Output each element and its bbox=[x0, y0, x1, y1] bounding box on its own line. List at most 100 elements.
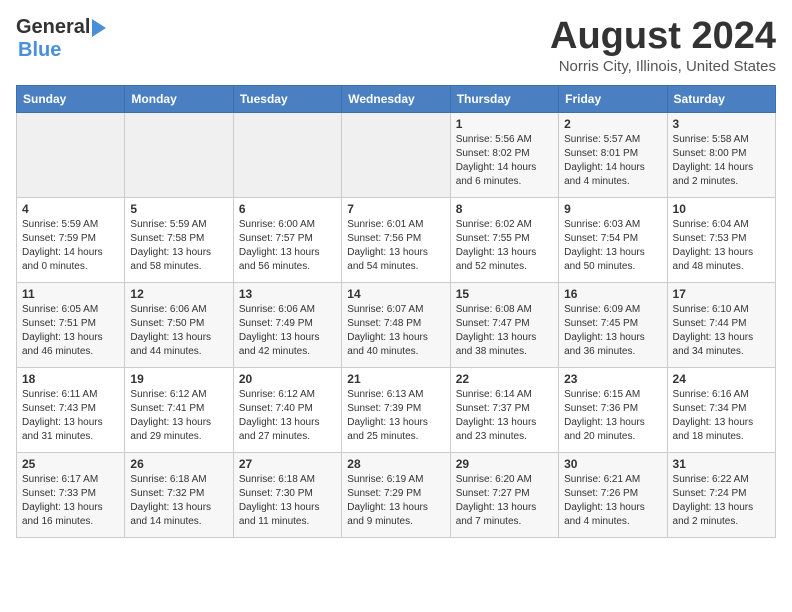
day-info: Sunrise: 6:19 AM Sunset: 7:29 PM Dayligh… bbox=[347, 473, 444, 529]
weekday-header-tuesday: Tuesday bbox=[233, 85, 341, 112]
calendar-cell: 20Sunrise: 6:12 AM Sunset: 7:40 PM Dayli… bbox=[233, 367, 341, 452]
weekday-header-sunday: Sunday bbox=[17, 85, 125, 112]
calendar-cell: 5Sunrise: 5:59 AM Sunset: 7:58 PM Daylig… bbox=[125, 197, 233, 282]
calendar-cell: 11Sunrise: 6:05 AM Sunset: 7:51 PM Dayli… bbox=[17, 282, 125, 367]
day-number: 25 bbox=[22, 457, 119, 471]
calendar-cell: 23Sunrise: 6:15 AM Sunset: 7:36 PM Dayli… bbox=[559, 367, 667, 452]
day-info: Sunrise: 6:09 AM Sunset: 7:45 PM Dayligh… bbox=[564, 303, 661, 359]
day-number: 2 bbox=[564, 117, 661, 131]
calendar-cell: 2 Sunrise: 5:57 AM Sunset: 8:01 PM Daylig… bbox=[559, 112, 667, 197]
day-number: 13 bbox=[239, 287, 336, 301]
day-info: Sunrise: 6:17 AM Sunset: 7:33 PM Dayligh… bbox=[22, 473, 119, 529]
day-number: 31 bbox=[673, 457, 770, 471]
day-number: 1 bbox=[456, 117, 553, 131]
day-info: Sunrise: 6:13 AM Sunset: 7:39 PM Dayligh… bbox=[347, 388, 444, 444]
calendar-cell: 19 Sunrise: 6:12 AM Sunset: 7:41 PM Dayli… bbox=[125, 367, 233, 452]
title-area: August 2024 Norris City, Illinois, Unite… bbox=[550, 16, 776, 75]
day-info: Sunrise: 5:57 AM Sunset: 8:01 PM Dayligh… bbox=[564, 133, 661, 189]
calendar-cell: 14Sunrise: 6:07 AM Sunset: 7:48 PM Dayli… bbox=[342, 282, 450, 367]
day-info: Sunrise: 5:56 AM Sunset: 8:02 PM Dayligh… bbox=[456, 133, 553, 189]
calendar-week-3: 11Sunrise: 6:05 AM Sunset: 7:51 PM Dayli… bbox=[17, 282, 776, 367]
day-info: Sunrise: 6:08 AM Sunset: 7:47 PM Dayligh… bbox=[456, 303, 553, 359]
day-info: Sunrise: 6:12 AM Sunset: 7:41 PM Dayligh… bbox=[130, 388, 227, 444]
calendar-cell: 1 Sunrise: 5:56 AM Sunset: 8:02 PM Daylig… bbox=[450, 112, 558, 197]
calendar-week-1: 1 Sunrise: 5:56 AM Sunset: 8:02 PM Daylig… bbox=[17, 112, 776, 197]
day-info: Sunrise: 6:01 AM Sunset: 7:56 PM Dayligh… bbox=[347, 218, 444, 274]
calendar-cell: 8 Sunrise: 6:02 AM Sunset: 7:55 PM Daylig… bbox=[450, 197, 558, 282]
day-info: Sunrise: 6:03 AM Sunset: 7:54 PM Dayligh… bbox=[564, 218, 661, 274]
calendar-cell: 15 Sunrise: 6:08 AM Sunset: 7:47 PM Dayli… bbox=[450, 282, 558, 367]
calendar-cell: 10Sunrise: 6:04 AM Sunset: 7:53 PM Dayli… bbox=[667, 197, 775, 282]
day-info: Sunrise: 6:22 AM Sunset: 7:24 PM Dayligh… bbox=[673, 473, 770, 529]
day-number: 23 bbox=[564, 372, 661, 386]
calendar-cell: 13 Sunrise: 6:06 AM Sunset: 7:49 PM Dayli… bbox=[233, 282, 341, 367]
day-info: Sunrise: 6:06 AM Sunset: 7:50 PM Dayligh… bbox=[130, 303, 227, 359]
month-title: August 2024 bbox=[550, 16, 776, 58]
calendar-cell: 28 Sunrise: 6:19 AM Sunset: 7:29 PM Dayli… bbox=[342, 452, 450, 537]
day-info: Sunrise: 6:00 AM Sunset: 7:57 PM Dayligh… bbox=[239, 218, 336, 274]
calendar-cell: 18Sunrise: 6:11 AM Sunset: 7:43 PM Dayli… bbox=[17, 367, 125, 452]
day-info: Sunrise: 6:20 AM Sunset: 7:27 PM Dayligh… bbox=[456, 473, 553, 529]
day-info: Sunrise: 6:18 AM Sunset: 7:30 PM Dayligh… bbox=[239, 473, 336, 529]
weekday-header-row: SundayMondayTuesdayWednesdayThursdayFrid… bbox=[17, 85, 776, 112]
calendar-week-5: 25 Sunrise: 6:17 AM Sunset: 7:33 PM Dayli… bbox=[17, 452, 776, 537]
day-number: 20 bbox=[239, 372, 336, 386]
day-number: 27 bbox=[239, 457, 336, 471]
calendar-cell: 21 Sunrise: 6:13 AM Sunset: 7:39 PM Dayli… bbox=[342, 367, 450, 452]
calendar-cell: 12 Sunrise: 6:06 AM Sunset: 7:50 PM Dayli… bbox=[125, 282, 233, 367]
calendar-cell: 25 Sunrise: 6:17 AM Sunset: 7:33 PM Dayli… bbox=[17, 452, 125, 537]
page-header: General Blue August 2024 Norris City, Il… bbox=[16, 16, 776, 75]
day-number: 24 bbox=[673, 372, 770, 386]
calendar-cell: 9 Sunrise: 6:03 AM Sunset: 7:54 PM Daylig… bbox=[559, 197, 667, 282]
day-number: 7 bbox=[347, 202, 444, 216]
day-number: 30 bbox=[564, 457, 661, 471]
calendar-cell: 24 Sunrise: 6:16 AM Sunset: 7:34 PM Dayli… bbox=[667, 367, 775, 452]
calendar-cell: 30 Sunrise: 6:21 AM Sunset: 7:26 PM Dayli… bbox=[559, 452, 667, 537]
day-info: Sunrise: 6:18 AM Sunset: 7:32 PM Dayligh… bbox=[130, 473, 227, 529]
day-info: Sunrise: 6:14 AM Sunset: 7:37 PM Dayligh… bbox=[456, 388, 553, 444]
day-number: 28 bbox=[347, 457, 444, 471]
calendar-table: SundayMondayTuesdayWednesdayThursdayFrid… bbox=[16, 85, 776, 538]
day-number: 22 bbox=[456, 372, 553, 386]
calendar-cell bbox=[125, 112, 233, 197]
weekday-header-saturday: Saturday bbox=[667, 85, 775, 112]
day-info: Sunrise: 5:59 AM Sunset: 7:58 PM Dayligh… bbox=[130, 218, 227, 274]
day-info: Sunrise: 6:06 AM Sunset: 7:49 PM Dayligh… bbox=[239, 303, 336, 359]
day-info: Sunrise: 6:11 AM Sunset: 7:43 PM Dayligh… bbox=[22, 388, 119, 444]
logo-arrow-icon bbox=[92, 19, 106, 37]
day-number: 19 bbox=[130, 372, 227, 386]
day-number: 6 bbox=[239, 202, 336, 216]
day-number: 12 bbox=[130, 287, 227, 301]
day-number: 14 bbox=[347, 287, 444, 301]
day-info: Sunrise: 6:10 AM Sunset: 7:44 PM Dayligh… bbox=[673, 303, 770, 359]
day-number: 29 bbox=[456, 457, 553, 471]
day-info: Sunrise: 6:04 AM Sunset: 7:53 PM Dayligh… bbox=[673, 218, 770, 274]
calendar-cell: 4Sunrise: 5:59 AM Sunset: 7:59 PM Daylig… bbox=[17, 197, 125, 282]
calendar-cell: 3Sunrise: 5:58 AM Sunset: 8:00 PM Daylig… bbox=[667, 112, 775, 197]
calendar-cell bbox=[233, 112, 341, 197]
calendar-cell: 16Sunrise: 6:09 AM Sunset: 7:45 PM Dayli… bbox=[559, 282, 667, 367]
day-number: 21 bbox=[347, 372, 444, 386]
calendar-cell: 22 Sunrise: 6:14 AM Sunset: 7:37 PM Dayli… bbox=[450, 367, 558, 452]
calendar-cell bbox=[342, 112, 450, 197]
calendar-cell: 31 Sunrise: 6:22 AM Sunset: 7:24 PM Dayli… bbox=[667, 452, 775, 537]
day-number: 15 bbox=[456, 287, 553, 301]
calendar-week-4: 18Sunrise: 6:11 AM Sunset: 7:43 PM Dayli… bbox=[17, 367, 776, 452]
day-info: Sunrise: 6:05 AM Sunset: 7:51 PM Dayligh… bbox=[22, 303, 119, 359]
calendar-cell: 29 Sunrise: 6:20 AM Sunset: 7:27 PM Dayli… bbox=[450, 452, 558, 537]
day-info: Sunrise: 6:21 AM Sunset: 7:26 PM Dayligh… bbox=[564, 473, 661, 529]
logo-blue-text: Blue bbox=[18, 39, 61, 61]
calendar-cell: 17Sunrise: 6:10 AM Sunset: 7:44 PM Dayli… bbox=[667, 282, 775, 367]
weekday-header-friday: Friday bbox=[559, 85, 667, 112]
weekday-header-monday: Monday bbox=[125, 85, 233, 112]
location-text: Norris City, Illinois, United States bbox=[550, 58, 776, 75]
day-number: 8 bbox=[456, 202, 553, 216]
logo: General Blue bbox=[16, 16, 106, 62]
day-info: Sunrise: 5:58 AM Sunset: 8:00 PM Dayligh… bbox=[673, 133, 770, 189]
day-number: 26 bbox=[130, 457, 227, 471]
calendar-cell: 26 Sunrise: 6:18 AM Sunset: 7:32 PM Dayli… bbox=[125, 452, 233, 537]
day-info: Sunrise: 6:16 AM Sunset: 7:34 PM Dayligh… bbox=[673, 388, 770, 444]
day-info: Sunrise: 6:02 AM Sunset: 7:55 PM Dayligh… bbox=[456, 218, 553, 274]
calendar-cell: 27 Sunrise: 6:18 AM Sunset: 7:30 PM Dayli… bbox=[233, 452, 341, 537]
day-number: 9 bbox=[564, 202, 661, 216]
